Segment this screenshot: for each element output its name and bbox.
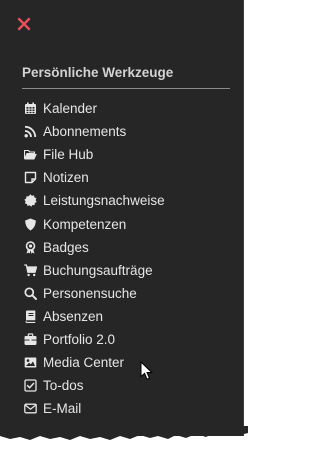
menu-item-label: Personensuche [43, 285, 137, 301]
menu-item-personensuche[interactable]: Personensuche [24, 282, 165, 305]
certificate-icon [24, 194, 37, 208]
menu-item-label: Buchungsaufträge [43, 262, 153, 278]
menu-item-label: Notizen [43, 170, 89, 186]
section-title: Persönliche Werkzeuge [22, 65, 174, 80]
menu-item-kalender[interactable]: Kalender [24, 97, 165, 120]
search-icon [24, 287, 37, 300]
torn-edge [0, 426, 248, 440]
menu-item-label: E-Mail [43, 401, 82, 417]
shield-icon [24, 218, 37, 231]
book-icon [24, 310, 37, 323]
menu-item-label: Abonnements [43, 124, 127, 140]
menu-item-email[interactable]: E-Mail [24, 397, 165, 420]
menu-item-buchungsauftraege[interactable]: Buchungsaufträge [24, 259, 165, 282]
divider [22, 88, 230, 89]
menu-item-file-hub[interactable]: File Hub [24, 143, 165, 166]
cart-icon [24, 264, 37, 277]
menu-item-leistungsnachweise[interactable]: Leistungsnachweise [24, 189, 165, 212]
menu-item-kompetenzen[interactable]: Kompetenzen [24, 212, 165, 235]
menu-item-label: To-dos [43, 378, 84, 394]
menu-item-label: Badges [43, 239, 89, 255]
menu-item-label: Leistungsnachweise [43, 193, 165, 209]
close-button[interactable] [16, 16, 32, 32]
checkbox-icon [24, 379, 37, 392]
menu-item-portfolio[interactable]: Portfolio 2.0 [24, 328, 165, 351]
menu-item-label: Kalender [43, 101, 98, 117]
tools-panel: Persönliche Werkzeuge Kalender Abonnemen… [0, 0, 244, 436]
close-icon [17, 17, 31, 31]
briefcase-icon [24, 333, 37, 346]
image-icon [24, 356, 37, 369]
menu-item-label: Portfolio 2.0 [43, 331, 116, 347]
rss-icon [24, 125, 37, 138]
mouse-cursor-icon [140, 360, 154, 386]
menu-item-abonnements[interactable]: Abonnements [24, 120, 165, 143]
menu-item-absenzen[interactable]: Absenzen [24, 305, 165, 328]
menu-item-label: Kompetenzen [43, 216, 127, 232]
calendar-icon [24, 102, 37, 115]
envelope-icon [24, 402, 37, 415]
menu-item-badges[interactable]: Badges [24, 236, 165, 259]
folder-open-icon [24, 148, 37, 161]
menu-item-label: Media Center [43, 355, 125, 371]
note-icon [24, 171, 37, 184]
menu-item-label: Absenzen [43, 308, 104, 324]
menu-item-label: File Hub [43, 147, 94, 163]
menu-item-notizen[interactable]: Notizen [24, 166, 165, 189]
award-icon [24, 240, 37, 254]
